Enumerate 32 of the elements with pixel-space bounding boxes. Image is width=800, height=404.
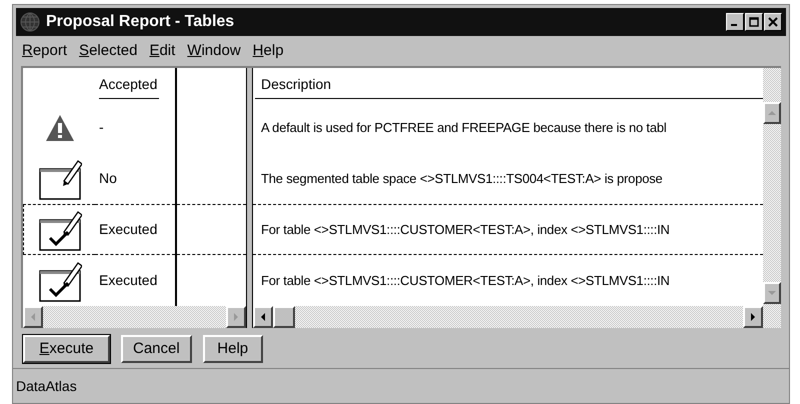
maximize-icon[interactable] xyxy=(749,17,759,27)
table-cell-text: For table <>STLMVS1::::CUSTOMER<TEST:A>, index <>STLMVS1::::IN xyxy=(261,220,670,239)
maximize-button[interactable] xyxy=(745,13,763,31)
minimize-button[interactable] xyxy=(726,13,744,31)
dialog-button[interactable]: Cancel xyxy=(121,335,192,363)
column-header[interactable]: Accepted xyxy=(99,74,160,99)
table-cell-text: For table <>STLMVS1::::CUSTOMER<TEST:A>, index <>STLMVS1::::IN xyxy=(261,272,670,290)
menu-item[interactable]: Edit xyxy=(149,40,176,62)
splitter[interactable] xyxy=(246,68,253,328)
scroll-right-icon[interactable] xyxy=(750,313,756,321)
globe-icon xyxy=(20,12,40,32)
table-cell-text: A default is used for PCTFREE and FREEPAGE because there is no tabl xyxy=(261,118,666,137)
warning-icon xyxy=(44,114,74,142)
scroll-left-icon[interactable] xyxy=(260,313,266,321)
table-cell-text: Executed xyxy=(99,220,158,239)
menu-item[interactable]: Window xyxy=(187,40,241,62)
table-cell-text: - xyxy=(99,118,104,137)
table-cell-text: Executed xyxy=(99,271,158,290)
table-cell-text: No xyxy=(99,169,117,188)
dialog-button[interactable]: Help xyxy=(202,335,263,363)
scroll-thumb[interactable] xyxy=(273,306,295,328)
window-title: Proposal Report - Tables xyxy=(46,12,234,32)
table-cell-text: The segmented table space <>STLMVS1::::TS004<TEST:A> is propose xyxy=(261,170,662,188)
close-button[interactable] xyxy=(764,13,782,31)
status-text: DataAtlas xyxy=(16,376,77,396)
menu-item[interactable]: Selected xyxy=(79,40,138,62)
close-icon[interactable] xyxy=(768,17,778,27)
menu-item[interactable]: Help xyxy=(252,40,284,62)
default-button[interactable]: Execute xyxy=(23,335,110,363)
column-header[interactable]: Description xyxy=(255,74,763,99)
horizontal-scrollbar[interactable] xyxy=(253,306,781,328)
menu-item[interactable]: Report xyxy=(22,40,68,62)
